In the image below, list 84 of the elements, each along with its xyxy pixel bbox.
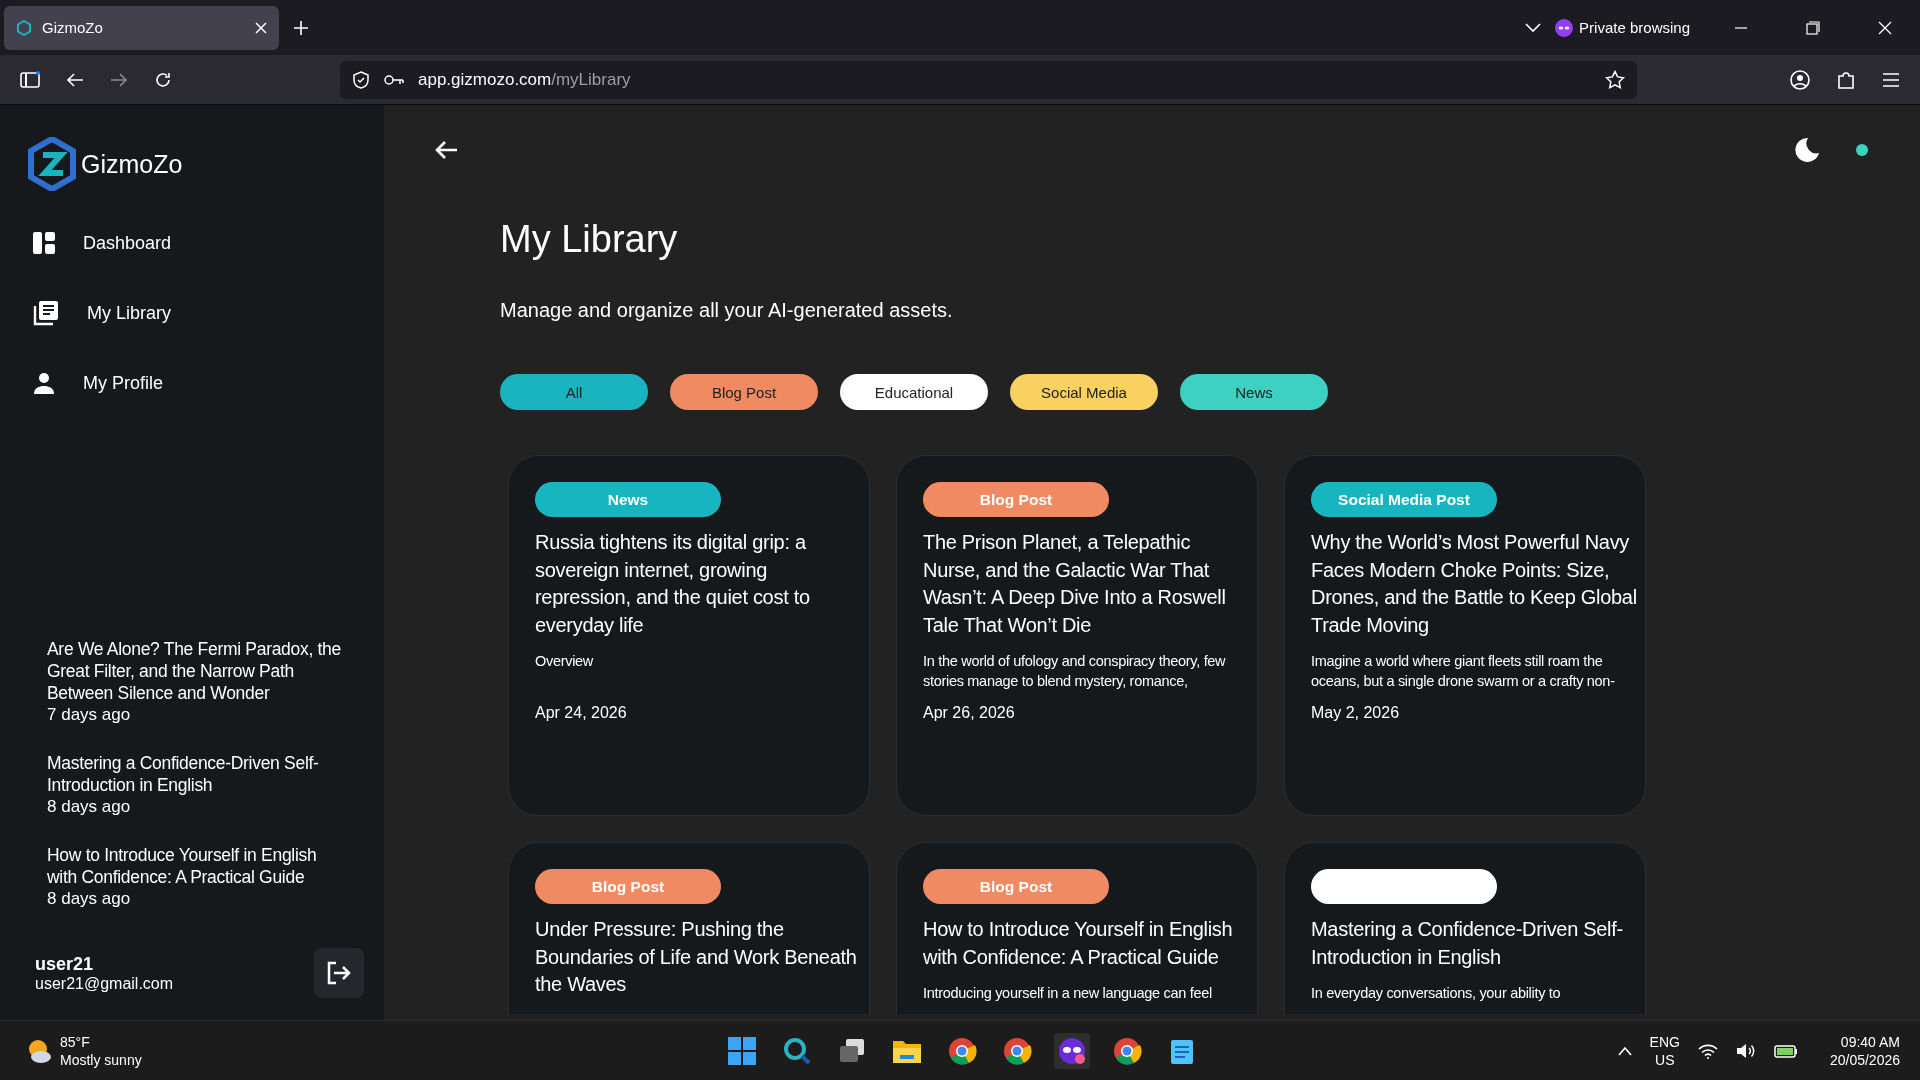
card-summary: In the world of ufology and conspiracy theory, few stories manage to blend mystery, romance, xyxy=(923,652,1227,691)
browser-tab[interactable]: GizmoZo xyxy=(4,5,279,50)
extensions-icon[interactable] xyxy=(1836,69,1856,90)
reload-icon[interactable] xyxy=(154,70,172,89)
shield-icon xyxy=(352,70,370,89)
caret-up-icon[interactable] xyxy=(1617,1045,1632,1056)
card-title: Under Pressure: Pushing the Boundaries of Life and Work Beneath the Waves xyxy=(535,917,858,997)
logout-icon xyxy=(326,961,352,985)
library-icon xyxy=(33,300,59,326)
card-summary: In everyday conversations, your ability to xyxy=(1311,984,1562,1003)
asset-card[interactable]: Blog Post How to Introduce Yourself in English with Confidence: A Practical Guide Introducing yourself in a new language can feel xyxy=(896,842,1258,1014)
card-title: Russia tightens its digital grip: a sovereign internet, growing repression, and the quiet cost to everyday life xyxy=(535,530,811,638)
asset-card[interactable] xyxy=(1284,455,1646,816)
private-browsing-indicator: Private browsing xyxy=(1555,18,1690,37)
menu-icon[interactable] xyxy=(1882,72,1900,87)
card-date: Apr 26, 2026 xyxy=(923,704,1016,722)
brand-name: GizmoZo xyxy=(81,149,183,179)
page-title: My Library xyxy=(500,218,679,261)
clock[interactable]: 09:40 AM 20/05/2026 xyxy=(1829,1032,1900,1069)
page-subtitle: Manage and organize all your AI-generated assets. xyxy=(500,299,954,322)
card-date: Apr 24, 2026 xyxy=(535,704,628,722)
back-arrow-icon[interactable] xyxy=(66,71,84,88)
card-summary: Introducing yourself in a new language can feel xyxy=(923,984,1213,1003)
category-tag: Social Media Post xyxy=(1311,482,1497,517)
star-icon[interactable] xyxy=(1605,69,1625,90)
dashboard-icon xyxy=(33,232,55,254)
logout-button[interactable] xyxy=(314,948,364,998)
close-icon[interactable] xyxy=(1878,20,1892,35)
speaker-icon[interactable] xyxy=(1735,1042,1756,1059)
filter-chip[interactable]: Blog Post xyxy=(670,374,818,410)
url-text: app.gizmozo.com/myLibrary xyxy=(418,69,632,90)
asset-card[interactable]: Blog Post Under Pressure: Pushing the Boundaries of Life and Work Beneath the Waves xyxy=(508,842,870,1014)
user-name: user21 xyxy=(35,953,95,975)
plus-icon[interactable] xyxy=(293,19,309,36)
wifi-icon[interactable] xyxy=(1697,1042,1718,1059)
forward-arrow-icon[interactable] xyxy=(110,71,128,88)
recent-item-title[interactable]: Mastering a Confidence-Driven Self-Introduction in English xyxy=(47,752,344,796)
battery-icon[interactable] xyxy=(1773,1043,1798,1058)
filter-chip[interactable]: News xyxy=(1180,374,1328,410)
card-title: The Prison Planet, a Telepathic Nurse, and the Galactic War That Wasn’t: A Deep Dive Into a Roswell Tale That Won’t Die xyxy=(923,530,1227,638)
nav-item[interactable]: My Profile xyxy=(27,348,384,418)
recent-item-time: 8 days ago xyxy=(47,796,132,818)
moon-icon[interactable] xyxy=(1794,137,1820,163)
asset-card[interactable]: Mastering a Confidence-Driven Self-Introduction in English In everyday conversations, your ability to xyxy=(1284,842,1646,1014)
recent-item-time: 7 days ago xyxy=(47,704,132,726)
category-tag: Blog Post xyxy=(923,869,1109,904)
nav-item[interactable]: Dashboard xyxy=(27,208,384,278)
card-summary: Overview xyxy=(535,652,595,671)
asset-card[interactable]: News Russia tightens its digital grip: a sovereign internet, growing repression, and the quiet cost to everyday life Overview Apr 24, 2026 xyxy=(508,455,870,816)
user-email: user21@gmail.com xyxy=(35,974,175,993)
filter-chip[interactable]: All xyxy=(500,374,648,410)
address-bar[interactable]: app.gizmozo.com/myLibrary xyxy=(340,60,1637,99)
filter-chip[interactable]: Educational xyxy=(840,374,988,410)
restore-icon[interactable] xyxy=(1806,20,1820,35)
category-tag: Blog Post xyxy=(923,482,1109,517)
category-tag: News xyxy=(535,482,721,517)
account-icon[interactable] xyxy=(1790,69,1810,90)
sidebar-icon[interactable] xyxy=(20,70,40,89)
weather-description: Mostly sunny xyxy=(60,1050,142,1069)
status-dot xyxy=(1856,144,1868,156)
card-title: How to Introduce Yourself in English with Confidence: A Practical Guide xyxy=(923,917,1234,970)
recent-item-time: 8 days ago xyxy=(47,888,132,910)
mask-icon xyxy=(1555,18,1574,37)
close-icon[interactable] xyxy=(255,21,267,34)
recent-item-title[interactable]: Are We Alone? The Fermi Paradox, the Great Filter, and the Narrow Path Between Silence and Wonder xyxy=(47,638,344,704)
recent-item-title[interactable]: How to Introduce Yourself in English with Confidence: A Practical Guide xyxy=(47,844,344,888)
card-date: May 2, 2026 xyxy=(1311,704,1401,722)
card-summary: Imagine a world where giant fleets still roam the oceans, but a single drone swarm or a crafty non- xyxy=(1311,652,1616,691)
filter-chip[interactable]: Social Media xyxy=(1010,374,1158,410)
card-title: Mastering a Confidence-Driven Self-Introduction in English xyxy=(1311,917,1624,970)
category-tag: Blog Post xyxy=(535,869,721,904)
weather-temperature: 85°F xyxy=(60,1032,91,1051)
language-indicator[interactable]: ENG US xyxy=(1649,1032,1680,1069)
private-browser-icon[interactable] xyxy=(1054,1032,1090,1069)
tab-title: GizmoZo xyxy=(42,19,104,36)
asset-card[interactable] xyxy=(896,455,1258,816)
card-title: Why the World’s Most Powerful Navy Faces Modern Choke Points: Size, Drones, and the Battle to Keep Global Trade Moving xyxy=(1311,530,1637,638)
logo-icon xyxy=(27,137,77,191)
nav-item[interactable]: My Library xyxy=(27,278,384,348)
chevron-down-icon[interactable] xyxy=(1525,22,1542,33)
key-icon xyxy=(384,73,404,86)
back-arrow-icon[interactable] xyxy=(434,140,458,160)
logo-icon xyxy=(16,19,32,36)
person-icon xyxy=(33,372,55,394)
